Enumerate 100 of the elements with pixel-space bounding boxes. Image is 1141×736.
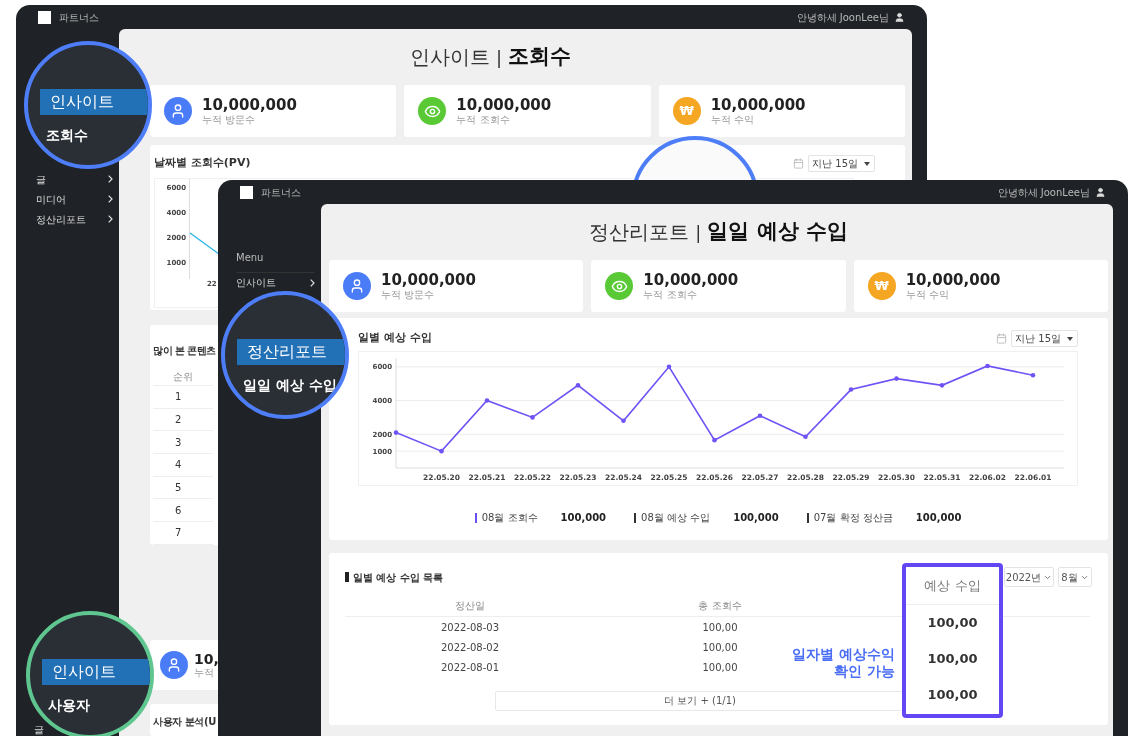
rank-cell-text: 6 <box>175 503 182 518</box>
stat-value: 10,000,000 <box>643 272 739 288</box>
sidebar-item[interactable]: 미디어 <box>36 191 66 207</box>
page-title: 일일 예상 수입 <box>707 218 848 246</box>
legend-value: 100,000 <box>733 511 779 525</box>
menu-item[interactable]: 일일 예상 수입 <box>243 375 337 396</box>
eye-icon <box>605 272 634 300</box>
month-select[interactable]: 8월 <box>1058 567 1092 587</box>
rank-cell-text: 5 <box>175 481 182 496</box>
table-cell-text: 100,00 <box>927 686 978 705</box>
stat-label: 누적 조회수 <box>456 114 510 125</box>
greeting-text: 안녕하세 JoonLee님 <box>796 10 889 25</box>
table-cell-text: 2022-08-03 <box>439 620 501 635</box>
stat-label: 누적 방문수 <box>381 289 435 300</box>
page-section-title: 정산리포트 <box>589 219 690 246</box>
sidebar-item[interactable]: 글 <box>36 171 46 187</box>
menu-item[interactable]: 사용자 <box>48 695 90 716</box>
range-select[interactable]: 지난 15일 <box>1011 330 1078 347</box>
page-section-title: 인사이트 <box>409 44 490 71</box>
data-point <box>985 363 990 369</box>
user-icon <box>160 651 188 679</box>
caret-icon <box>864 161 870 166</box>
user-icon <box>164 97 192 125</box>
highlighted-menu-item[interactable]: 정산리포트 <box>237 339 345 365</box>
won-icon: ₩ <box>867 272 896 300</box>
data-point <box>712 437 717 443</box>
stat-value: 10,000,000 <box>456 97 552 113</box>
stat-value: 10, <box>194 652 219 666</box>
annotation-text: 확인 가능 <box>834 663 895 680</box>
stat-value: 10,000,000 <box>202 97 297 113</box>
card-title: 날짜별 조회수(PV) <box>154 155 251 172</box>
column-header: 순위 <box>173 370 193 384</box>
stat-label: 누적 수익 <box>710 114 754 125</box>
stat-label: 누적 조회수 <box>643 289 697 300</box>
sidebar-item[interactable]: 글 <box>34 725 44 735</box>
logo-text: 파트너스 <box>59 10 99 25</box>
rank-cell-text: 4 <box>175 458 182 473</box>
stat-label: 누적 <box>194 668 214 678</box>
logo-icon <box>240 185 253 199</box>
range-select[interactable]: 지난 15일 <box>808 155 875 172</box>
title-separator: | <box>495 45 503 70</box>
column-header: 예상 수입 <box>924 576 981 595</box>
stat-label: 누적 방문수 <box>202 114 256 125</box>
year-select[interactable]: 2022년 <box>1004 567 1054 587</box>
stat-value: 10,000,000 <box>381 272 476 288</box>
logo-text: 파트너스 <box>261 185 301 200</box>
won-icon: ₩ <box>672 97 701 125</box>
table-cell-text: 100,00 <box>927 614 978 633</box>
more-button[interactable]: 더 보기 + (1/1) <box>495 690 905 711</box>
stat-label: 누적 수익 <box>905 289 949 300</box>
card-title: 일별 예상 수입 목록 <box>353 570 444 585</box>
data-point <box>530 415 535 420</box>
data-point <box>439 448 444 454</box>
chevron-right-icon <box>108 195 113 203</box>
eye-icon <box>418 97 447 125</box>
user-icon[interactable] <box>1095 186 1106 198</box>
data-point <box>621 418 626 424</box>
data-point <box>848 387 854 392</box>
chevron-right-icon <box>310 279 315 287</box>
data-point <box>484 398 490 403</box>
user-icon <box>343 272 371 300</box>
chevron-right-icon <box>108 215 113 223</box>
rank-cell-text: 1 <box>175 390 182 405</box>
data-point <box>575 383 581 388</box>
card-title: 사용자 분석(U <box>153 715 216 729</box>
greeting-text: 안녕하세 JoonLee님 <box>997 185 1090 200</box>
rank-cell-text: 2 <box>175 413 182 428</box>
logo-icon <box>38 10 51 24</box>
column-header: 정산일 <box>454 599 486 613</box>
highlighted-menu-item[interactable]: 인사이트 <box>40 89 148 115</box>
highlighted-menu-item[interactable]: 인사이트 <box>42 659 150 685</box>
table-cell-text: 100,00 <box>701 620 739 635</box>
data-point <box>666 364 672 370</box>
data-point <box>894 376 899 381</box>
rank-cell-text: 7 <box>175 526 182 541</box>
legend-value: 100,000 <box>915 511 962 525</box>
card-title: 많이 본 콘텐츠 <box>153 344 216 358</box>
user-icon[interactable] <box>894 11 905 23</box>
data-point <box>1030 372 1036 378</box>
stat-value: 10,000,000 <box>710 97 806 113</box>
data-point <box>757 413 763 418</box>
chevron-right-icon <box>108 175 113 183</box>
rank-cell-text: 3 <box>175 435 182 450</box>
table-cell-text: 2022-08-02 <box>439 640 501 655</box>
data-point <box>939 383 945 388</box>
card-title: 일별 예상 수입 <box>358 330 432 347</box>
table-cell-text: 100,00 <box>927 650 978 669</box>
column-header: 총 조회수 <box>697 599 743 613</box>
data-point <box>393 430 399 435</box>
data-point <box>803 434 808 440</box>
caret-icon <box>1067 336 1073 341</box>
sidebar-item[interactable]: 정산리포트 <box>36 211 86 227</box>
title-separator: | <box>695 220 702 245</box>
legend-label: 08월 조회수 <box>481 511 538 525</box>
legend-label: 08월 예상 수입 <box>641 511 711 525</box>
sidebar-item[interactable]: 인사이트 <box>236 278 276 288</box>
legend-value: 100,000 <box>560 511 607 525</box>
annotation-text: 일자별 예상수익 <box>792 646 895 663</box>
menu-item[interactable]: 조회수 <box>46 125 88 146</box>
table-cell-text: 2022-08-01 <box>439 660 501 675</box>
